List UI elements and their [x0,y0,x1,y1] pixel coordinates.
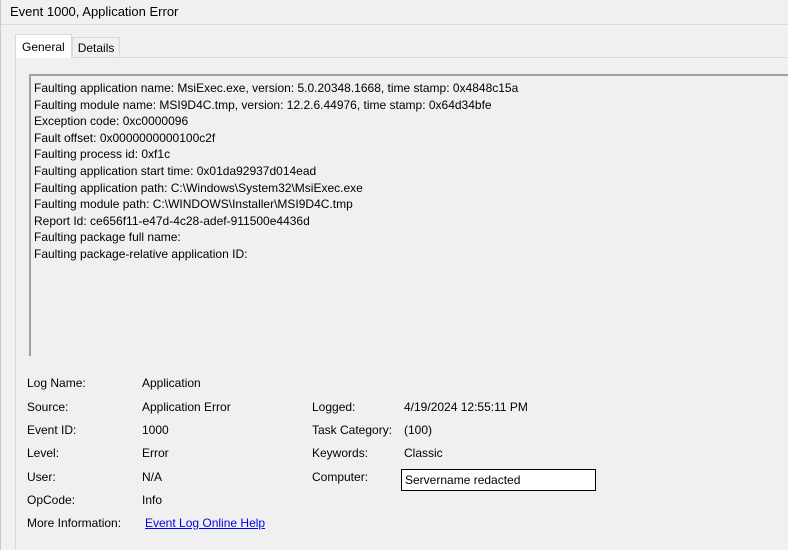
event-log-online-help-link[interactable]: Event Log Online Help [145,516,265,530]
level-value: Error [142,446,169,460]
user-label: User: [27,470,56,484]
more-information-label: More Information: [27,516,122,530]
logged-label: Logged: [312,400,356,414]
description-line: Faulting application name: MsiExec.exe, … [34,81,519,95]
source-value: Application Error [142,400,231,414]
description-line: Faulting package-relative application ID… [34,246,248,261]
tab-general[interactable]: General [15,34,72,58]
description-line: Faulting application path: C:\Windows\Sy… [34,180,363,195]
description-line: Report Id: ce656f11-e47d-4c28-adef-91150… [34,213,310,228]
description-line: Faulting module path: C:\WINDOWS\Install… [34,197,353,212]
keywords-label: Keywords: [312,446,369,460]
logged-value: 4/19/2024 12:55:11 PM [404,400,528,414]
description-line: Faulting process id: 0xf1c [34,147,171,162]
user-value: N/A [142,470,163,484]
task-category-label: Task Category: [312,423,393,437]
task-category-value: (100) [404,423,433,437]
opcode-label: OpCode: [27,493,76,507]
computer-value-field[interactable]: Servername redacted [401,469,596,491]
level-label: Level: [27,446,60,460]
computer-label: Computer: [312,470,369,484]
keywords-value: Classic [404,446,443,460]
window-title: Event 1000, Application Error [1,0,788,25]
event-id-value: 1000 [142,423,169,437]
description-line: Fault offset: 0x0000000000100c2f [34,130,216,145]
description-line: Faulting module name: MSI9D4C.tmp, versi… [34,97,492,112]
log-name-value: Application [142,376,201,390]
opcode-value: Info [142,493,163,507]
source-label: Source: [27,400,69,414]
description-line: Faulting application start time: 0x01da9… [34,163,317,178]
event-id-label: Event ID: [27,423,77,437]
description-line: Faulting package full name: [34,230,181,245]
log-name-label: Log Name: [27,376,86,390]
event-properties-window: Event 1000, Application Error General De… [0,0,788,550]
description-line: Exception code: 0xc0000096 [34,114,189,129]
event-description-textbox[interactable]: Faulting application name: MsiExec.exe, … [29,74,788,356]
tab-strip: General Details [15,33,121,58]
tab-details[interactable]: Details [71,37,121,57]
